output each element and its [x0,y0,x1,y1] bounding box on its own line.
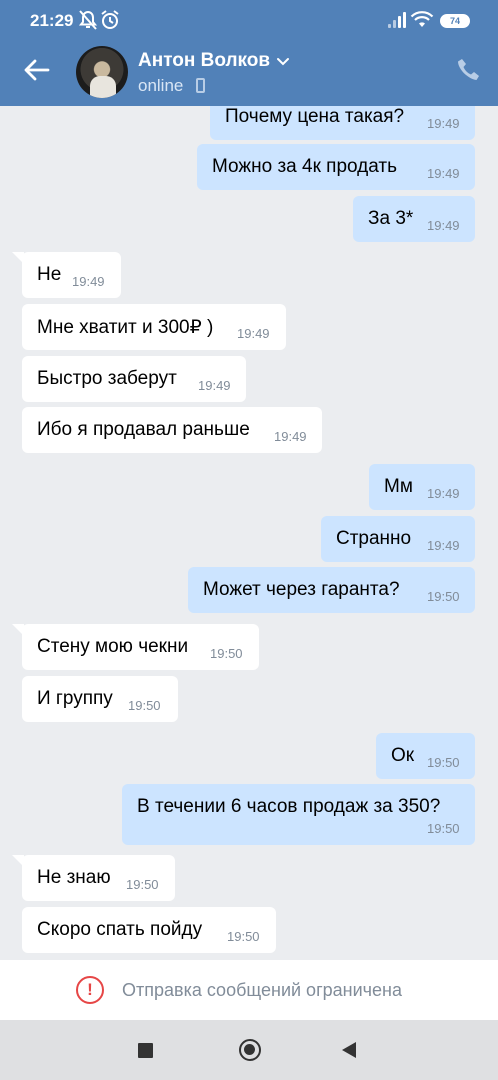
message-incoming[interactable]: Мне хватит и 300₽ ) 19:49 [22,304,286,350]
message-outgoing[interactable]: Мм 19:49 [369,464,475,510]
message-incoming[interactable]: Ибо я продавал раньше 19:49 [22,407,322,453]
message-outgoing[interactable]: За 3* 19:49 [353,196,475,242]
battery-icon: 74 [440,14,470,28]
message-time: 19:50 [227,929,260,944]
mobile-device-icon [196,78,205,93]
message-time: 19:49 [237,326,270,341]
message-time: 19:50 [427,589,460,604]
message-time: 19:50 [210,646,243,661]
message-outgoing[interactable]: Может через гаранта? 19:50 [188,567,475,613]
message-text: Мм [384,476,413,497]
message-list[interactable]: Почему цена такая? 19:49 Можно за 4к про… [0,106,498,960]
message-time: 19:50 [128,698,161,713]
contact-avatar[interactable] [76,46,128,98]
message-text: Может через гаранта? [203,579,400,600]
message-text: Ок [391,745,415,766]
contact-status: online [138,76,184,95]
message-text: Мне хватит и 300₽ ) [37,317,214,338]
message-text: И группу [37,688,113,709]
message-outgoing[interactable]: Можно за 4к продать 19:49 [197,144,475,190]
nav-back-icon[interactable] [342,1042,356,1058]
messaging-restricted-banner: ! Отправка сообщений ограничена [0,960,498,1020]
message-outgoing[interactable]: Странно 19:49 [321,516,475,562]
message-incoming[interactable]: Не 19:49 [12,252,121,298]
message-time: 19:50 [126,877,159,892]
cellular-signal-icon [388,12,406,28]
alarm-icon [101,10,119,29]
warning-icon: ! [76,976,104,1004]
message-time: 19:50 [427,821,460,836]
message-text: Не [37,264,62,285]
chevron-down-icon[interactable] [276,54,290,68]
message-text: В течении 6 часов продаж за 350? [137,796,441,817]
message-text: Скоро спать пойду [37,919,203,940]
home-icon[interactable] [239,1039,261,1061]
status-bar: 21:29 74 [0,0,498,40]
message-time: 19:49 [198,378,231,393]
wifi-icon [410,11,434,27]
system-navigation-bar [0,1020,498,1080]
message-time: 19:49 [427,486,460,501]
message-time: 19:49 [72,274,105,289]
message-incoming[interactable]: Быстро заберут 19:49 [22,356,246,402]
restriction-text: Отправка сообщений ограничена [122,980,402,1000]
message-time: 19:49 [274,429,307,444]
message-text: Стену мою чекни [37,636,189,657]
message-time: 19:49 [427,166,460,181]
message-text: Не знаю [37,867,111,888]
contact-name[interactable]: Антон Волков [138,50,270,72]
message-incoming[interactable]: Скоро спать пойду 19:50 [22,907,276,953]
message-text: Почему цена такая? [225,106,405,127]
message-outgoing[interactable]: Почему цена такая? 19:49 [210,106,475,140]
message-text: Быстро заберут [37,368,177,389]
message-outgoing[interactable]: Ок 19:50 [376,733,475,779]
chat-header: 21:29 74 Антон Волков online [0,0,498,106]
message-time: 19:49 [427,218,460,233]
message-incoming[interactable]: Стену мою чекни 19:50 [12,624,259,670]
message-text: Ибо я продавал раньше [37,419,250,440]
message-text: Странно [336,528,412,549]
phone-call-icon[interactable] [456,57,480,83]
message-time: 19:50 [427,755,460,770]
message-time: 19:49 [427,538,460,553]
message-text: За 3* [368,208,414,229]
message-text: Можно за 4к продать [212,156,397,177]
message-time: 19:49 [427,116,460,131]
status-time: 21:29 [30,11,74,30]
message-incoming[interactable]: И группу 19:50 [22,676,178,722]
back-arrow-icon[interactable] [22,58,50,82]
recent-apps-icon[interactable] [138,1043,153,1058]
message-incoming[interactable]: Не знаю 19:50 [12,855,175,901]
mute-notifications-icon [78,10,98,30]
message-outgoing[interactable]: В течении 6 часов продаж за 350? 19:50 [122,784,475,845]
